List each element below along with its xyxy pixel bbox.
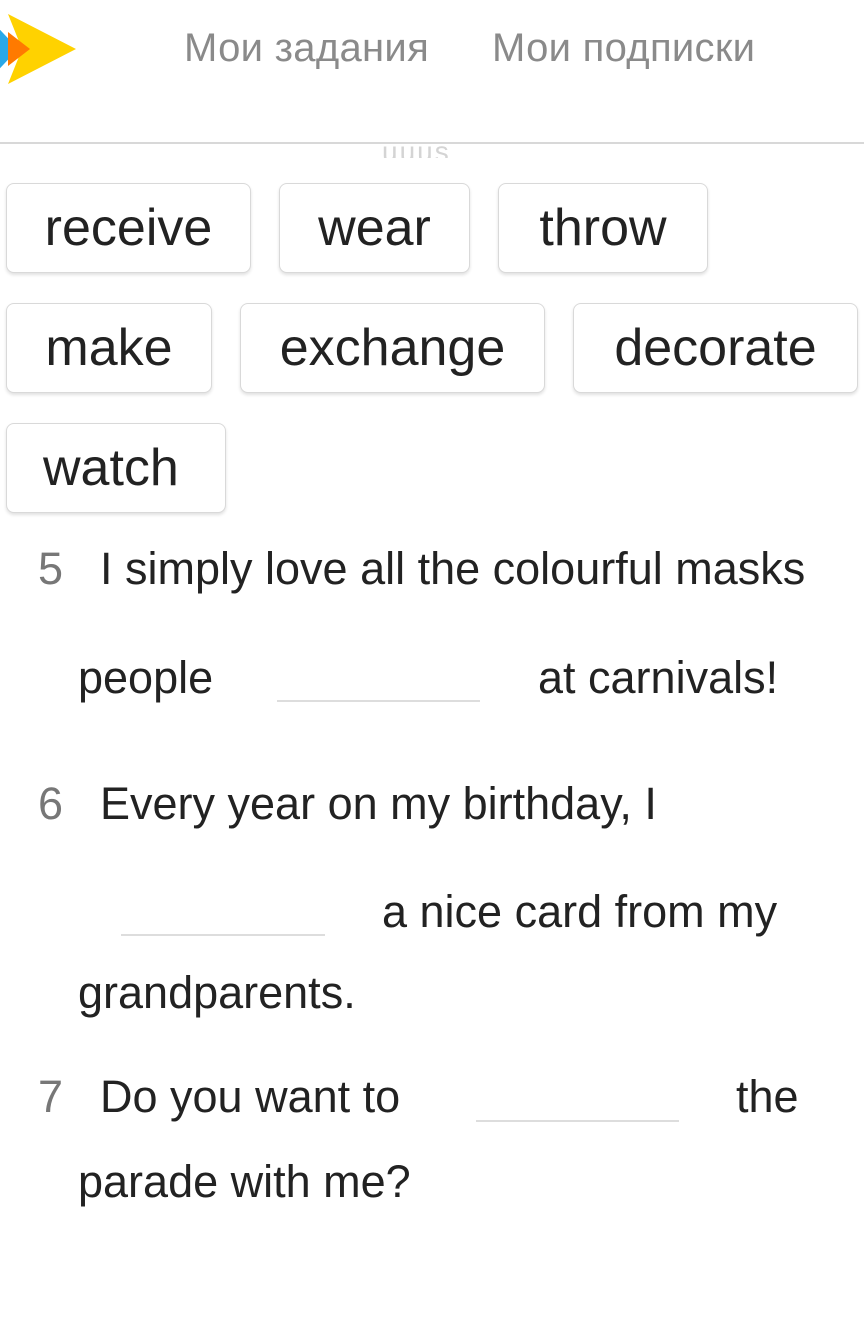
word-chip-throw[interactable]: throw	[498, 183, 708, 273]
question-7-text-part2: the	[736, 1071, 799, 1122]
word-chip-receive[interactable]: receive	[6, 183, 251, 273]
question-5-text-part3: at carnivals!	[538, 652, 779, 703]
word-chip-wear[interactable]: wear	[279, 183, 470, 273]
question-6-text-part1: Every year on my birthday, I	[100, 778, 657, 829]
question-number-7: 7	[38, 1071, 64, 1122]
question-6-text-part2: a nice card from my	[382, 886, 778, 937]
app-logo-icon[interactable]	[0, 14, 80, 84]
nav-my-tasks[interactable]: Мои задания	[184, 26, 429, 71]
question-7-text-part3: parade with me?	[78, 1156, 411, 1207]
question-7-text-part1: Do you want to	[100, 1071, 401, 1122]
faded-heading-text: uuus	[382, 136, 451, 158]
question-number-5: 5	[38, 543, 64, 594]
top-header: Мои задания Мои подписки	[0, 0, 864, 143]
question-number-6: 6	[38, 778, 64, 829]
answer-blank-7[interactable]	[476, 1120, 679, 1122]
question-5-text-part2: people	[78, 652, 214, 703]
question-6-text-part3: grandparents.	[78, 967, 356, 1018]
word-chip-make[interactable]: make	[6, 303, 212, 393]
word-chip-decorate[interactable]: decorate	[573, 303, 858, 393]
question-5-text-part1: I simply love all the colourful masks	[100, 543, 806, 594]
nav-my-subscriptions[interactable]: Мои подписки	[492, 26, 755, 71]
word-chip-watch[interactable]: watch	[6, 423, 226, 513]
word-chip-exchange[interactable]: exchange	[240, 303, 545, 393]
answer-blank-6[interactable]	[121, 934, 325, 936]
answer-blank-5[interactable]	[277, 700, 480, 702]
